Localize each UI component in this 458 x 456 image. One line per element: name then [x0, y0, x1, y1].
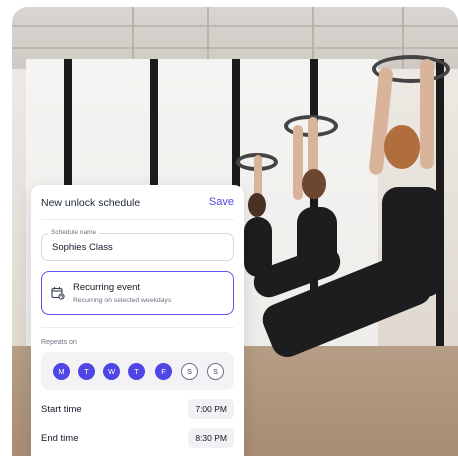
- end-time-label: End time: [41, 433, 79, 444]
- recurring-subtitle: Recurring on selected weekdays: [73, 297, 172, 304]
- start-time-picker[interactable]: 7:00 PM: [188, 399, 234, 419]
- schedule-name-label: Schedule name: [48, 229, 100, 236]
- schedule-name-field[interactable]: Schedule name Sophies Class: [41, 229, 234, 261]
- divider: [41, 219, 234, 220]
- save-button[interactable]: Save: [209, 196, 234, 208]
- recurring-title: Recurring event: [73, 282, 141, 293]
- schedule-name-value[interactable]: Sophies Class: [52, 242, 113, 253]
- end-time-row: End time 8:30 PM: [41, 428, 234, 450]
- day-tuesday[interactable]: T: [78, 363, 95, 380]
- day-wednesday[interactable]: W: [103, 363, 120, 380]
- start-time-label: Start time: [41, 404, 82, 415]
- day-sunday[interactable]: S: [207, 363, 224, 380]
- card-title: New unlock schedule: [41, 197, 141, 209]
- day-monday[interactable]: M: [53, 363, 70, 380]
- divider: [41, 327, 234, 328]
- day-saturday[interactable]: S: [181, 363, 198, 380]
- unlock-schedule-card: New unlock schedule Save Schedule name S…: [31, 185, 244, 456]
- day-thursday[interactable]: T: [128, 363, 145, 380]
- day-friday[interactable]: F: [155, 363, 172, 380]
- recurring-event-option[interactable]: Recurring event Recurring on selected we…: [41, 271, 234, 315]
- repeats-on-label: Repeats on: [41, 339, 77, 346]
- card-header: New unlock schedule Save: [41, 196, 234, 215]
- calendar-repeat-icon: [51, 287, 65, 300]
- end-time-picker[interactable]: 8:30 PM: [188, 428, 234, 448]
- weekday-selector: M T W T F S S: [41, 352, 234, 390]
- start-time-row: Start time 7:00 PM: [41, 399, 234, 421]
